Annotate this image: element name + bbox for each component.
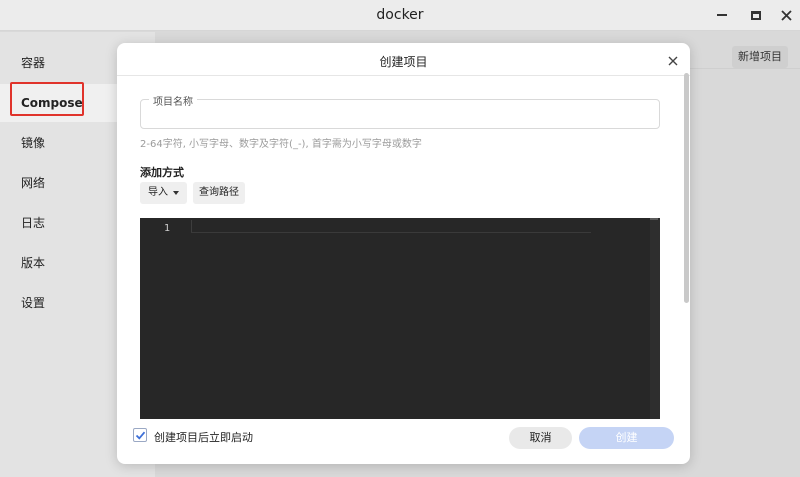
add-method-heading: 添加方式 (140, 166, 184, 179)
dialog-title: 创建项目 (379, 55, 428, 69)
start-after-create-checkbox[interactable] (133, 428, 147, 442)
sidebar-item-label: 日志 (21, 216, 46, 230)
close-window-button[interactable] (776, 6, 796, 24)
close-icon (780, 9, 792, 21)
dialog-divider (117, 75, 690, 76)
sidebar-item-label: 设置 (21, 296, 46, 310)
maximize-button[interactable] (746, 6, 766, 24)
annotation-highlight-box (10, 82, 84, 116)
minimize-button[interactable] (712, 6, 732, 24)
maximize-icon (751, 10, 761, 20)
project-name-hint: 2-64字符, 小写字母、数字及字符(_-), 首字需为小写字母或数字 (140, 139, 422, 150)
sidebar-item-label: 镜像 (21, 136, 46, 150)
import-dropdown-button[interactable]: 导入 (140, 182, 187, 204)
create-project-dialog: 创建项目 项目名称 2-64字符, 小写字母、数字及字符(_-), 首字需为小写… (117, 43, 690, 464)
project-name-input[interactable] (140, 99, 660, 129)
checkmark-icon (135, 431, 146, 440)
close-icon (668, 56, 678, 66)
minimize-icon (717, 14, 727, 16)
active-line-underline (191, 232, 591, 233)
editor-scroll-thumb[interactable] (650, 218, 658, 220)
import-label: 导入 (148, 187, 168, 198)
line-number: 1 (164, 223, 171, 234)
title-bar: docker (0, 0, 800, 31)
compose-code-editor[interactable]: 1 (140, 218, 660, 419)
editor-scrollbar[interactable] (650, 218, 660, 419)
new-project-button[interactable]: 新增项目 (732, 46, 788, 68)
chevron-down-icon (173, 191, 179, 195)
create-button[interactable]: 创建 (579, 427, 674, 449)
window-title: docker (376, 7, 424, 23)
dialog-close-button[interactable] (666, 53, 680, 67)
project-name-label: 项目名称 (149, 93, 197, 108)
dialog-scrollbar[interactable] (684, 73, 689, 303)
cancel-button[interactable]: 取消 (509, 427, 572, 449)
gutter-divider (191, 220, 192, 232)
start-after-create-label[interactable]: 创建项目后立即启动 (154, 429, 253, 445)
query-path-button[interactable]: 查询路径 (193, 182, 245, 204)
sidebar-item-label: 网络 (21, 176, 46, 190)
sidebar-item-label: 容器 (21, 56, 46, 70)
sidebar-item-label: 版本 (21, 256, 46, 270)
